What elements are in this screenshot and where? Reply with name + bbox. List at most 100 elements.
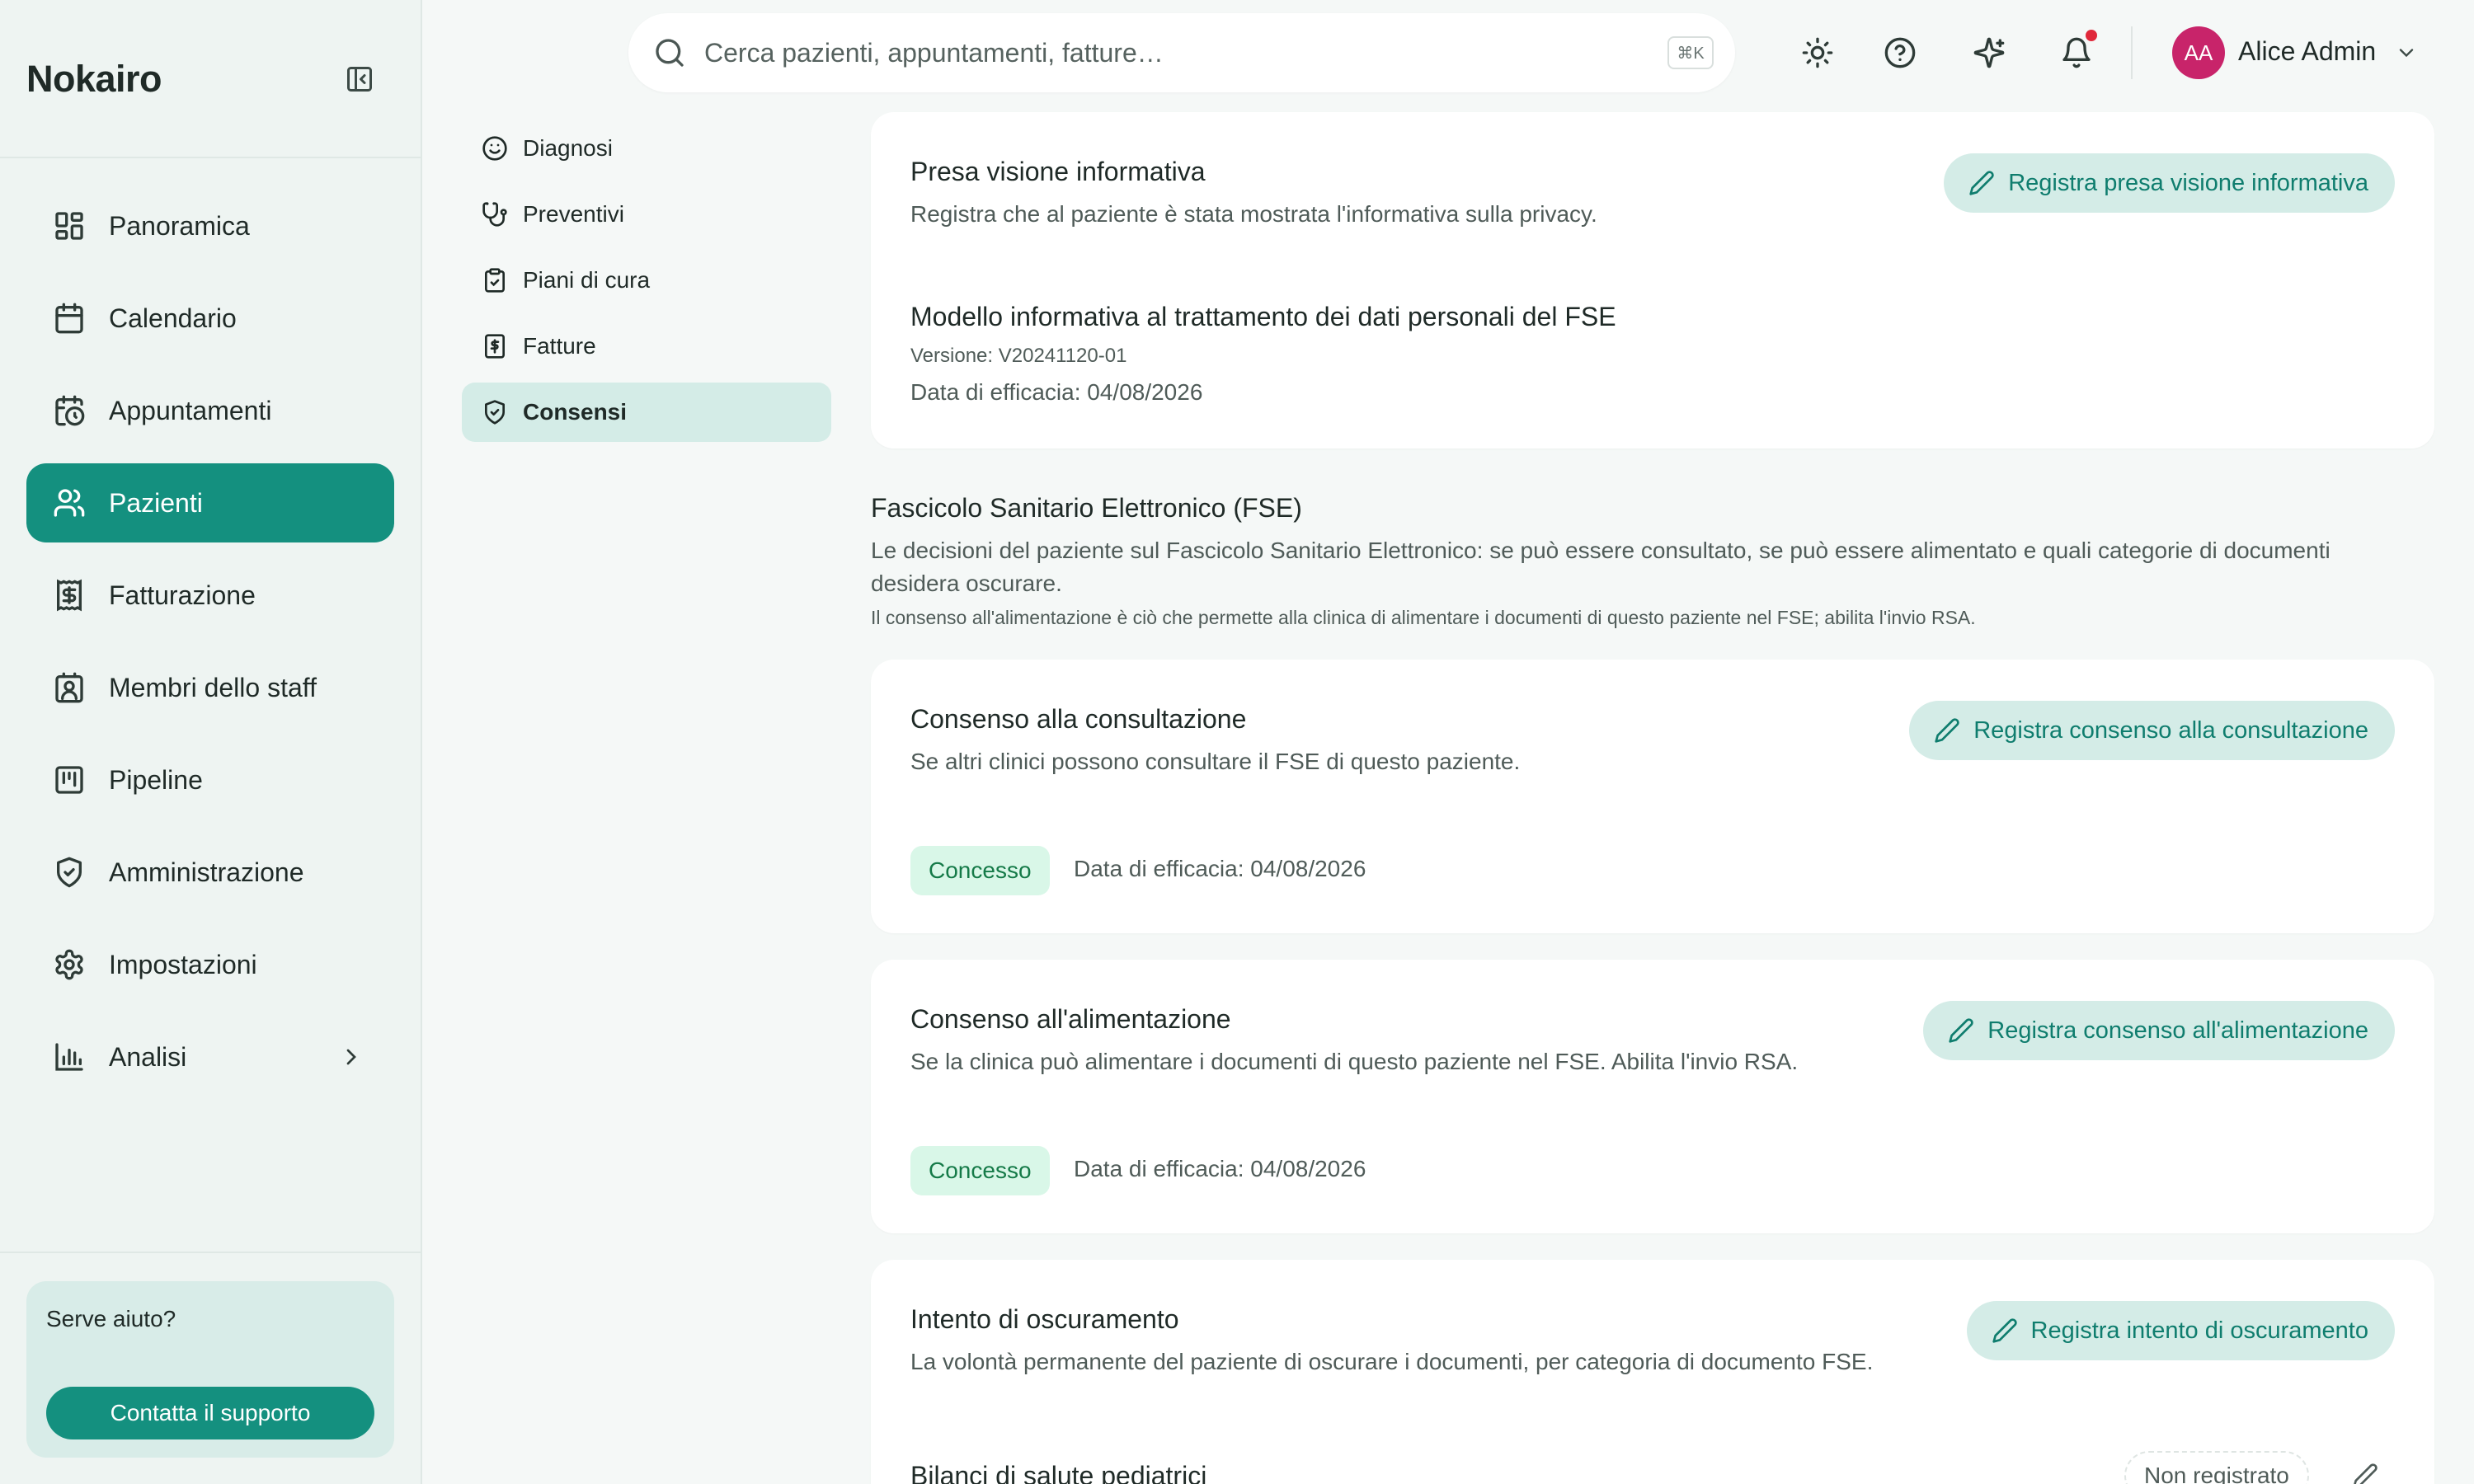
privacy-title: Presa visione informativa — [910, 157, 1206, 186]
avatar[interactable]: AA — [2172, 26, 2225, 79]
privacy-notice-card: Presa visione informativa Registra che a… — [871, 112, 2434, 448]
sidebar-item-amministrazione[interactable]: Amministrazione — [26, 833, 394, 912]
kanban-icon — [53, 763, 86, 796]
privacy-effective-date: Data di efficacia: 04/08/2026 — [910, 379, 1203, 405]
consultation-title: Consenso alla consultazione — [910, 704, 1247, 734]
sidebar-item-fatturazione[interactable]: Fatturazione — [26, 556, 394, 635]
smile-icon — [482, 135, 508, 162]
feeding-consent-card: Consenso all'alimentazione Se la clinica… — [871, 960, 2434, 1233]
button-label: Registra presa visione informativa — [2008, 169, 2368, 196]
subnav-item-label: Fatture — [523, 333, 596, 359]
calendar-icon — [53, 302, 86, 335]
sidebar-item-label: Pazienti — [109, 487, 203, 518]
subnav-item-fatture[interactable]: Fatture — [462, 317, 831, 376]
sidebar-collapse-icon[interactable] — [345, 64, 374, 94]
fse-section-title: Fascicolo Sanitario Elettronico (FSE) — [871, 493, 1302, 523]
sidebar-item-label: Fatturazione — [109, 580, 256, 610]
pencil-icon — [1968, 170, 1995, 196]
contact-support-button[interactable]: Contatta il supporto — [46, 1387, 374, 1439]
help-card: Serve aiuto? Contatta il supporto — [26, 1281, 394, 1458]
button-label: Registra intento di oscuramento — [2030, 1317, 2368, 1344]
sidebar-item-appuntamenti[interactable]: Appuntamenti — [26, 371, 394, 450]
bell-icon[interactable] — [2060, 36, 2093, 69]
theme-toggle-icon[interactable] — [1801, 36, 1834, 69]
record-feeding-consent-button[interactable]: Registra consenso all'alimentazione — [1923, 1001, 2395, 1060]
sidebar-item-membri-staff[interactable]: Membri dello staff — [26, 648, 394, 727]
notification-dot — [2086, 30, 2097, 41]
record-privacy-view-button[interactable]: Registra presa visione informativa — [1944, 153, 2395, 213]
obscuring-title: Intento di oscuramento — [910, 1304, 1179, 1334]
sidebar: Nokairo Panoramica Calendario Appuntamen… — [0, 0, 422, 1484]
status-badge: Concesso — [910, 1146, 1050, 1195]
users-icon — [53, 486, 86, 519]
dashboard-icon — [53, 209, 86, 242]
subnav-item-label: Preventivi — [523, 201, 624, 227]
search-bar[interactable]: ⌘K — [628, 13, 1735, 92]
fse-section-note: Il consenso all'alimentazione è ciò che … — [871, 607, 1976, 628]
sidebar-item-pipeline[interactable]: Pipeline — [26, 740, 394, 819]
pencil-icon — [1934, 717, 1960, 744]
sidebar-item-label: Panoramica — [109, 210, 250, 241]
gear-icon — [53, 948, 86, 981]
status-badge: Concesso — [910, 846, 1050, 895]
record-obscuring-intent-button[interactable]: Registra intento di oscuramento — [1966, 1301, 2395, 1360]
calendar-clock-icon — [53, 394, 86, 427]
privacy-model-title: Modello informativa al trattamento dei d… — [910, 302, 1616, 331]
sidebar-item-label: Appuntamenti — [109, 395, 272, 425]
pencil-icon[interactable] — [2352, 1463, 2378, 1484]
sidebar-footer: Serve aiuto? Contatta il supporto — [0, 1252, 421, 1484]
pencil-icon — [1992, 1317, 2018, 1344]
privacy-desc: Registra che al paziente è stata mostrat… — [910, 201, 1597, 227]
brand-row: Nokairo — [0, 0, 421, 158]
help-title: Serve aiuto? — [46, 1306, 176, 1331]
search-input[interactable] — [704, 37, 1667, 68]
search-icon — [653, 36, 686, 69]
consultation-desc: Se altri clinici possono consultare il F… — [910, 749, 1521, 774]
subnav-item-preventivi[interactable]: Preventivi — [462, 185, 831, 244]
stethoscope-icon — [482, 201, 508, 228]
record-consultation-consent-button[interactable]: Registra consenso alla consultazione — [1909, 701, 2395, 760]
obscuring-row-label: Bilanci di salute pediatrici — [910, 1461, 1207, 1484]
button-label: Registra consenso alla consultazione — [1973, 716, 2368, 744]
main-nav: Panoramica Calendario Appuntamenti Pazie… — [26, 186, 394, 1110]
privacy-version: Versione: V20241120-01 — [910, 345, 1127, 367]
feeding-effective-date: Data di efficacia: 04/08/2026 — [1074, 1156, 1366, 1181]
sidebar-item-panoramica[interactable]: Panoramica — [26, 186, 394, 265]
sidebar-item-label: Calendario — [109, 303, 237, 333]
subnav-item-diagnosi[interactable]: Diagnosi — [462, 119, 831, 178]
feeding-desc: Se la clinica può alimentare i documenti… — [910, 1049, 1799, 1074]
sidebar-item-label: Pipeline — [109, 764, 203, 795]
receipt-icon — [53, 579, 86, 612]
sidebar-item-label: Amministrazione — [109, 857, 304, 887]
sidebar-item-label: Impostazioni — [109, 949, 257, 979]
sidebar-item-calendario[interactable]: Calendario — [26, 279, 394, 358]
shield-check-icon — [482, 399, 508, 425]
shield-icon — [53, 856, 86, 889]
subnav-item-piani-cura[interactable]: Piani di cura — [462, 251, 831, 310]
sparkles-icon[interactable] — [1973, 36, 2006, 69]
id-badge-icon — [53, 671, 86, 704]
subnav-item-consensi[interactable]: Consensi — [462, 383, 831, 442]
sidebar-item-label: Membri dello staff — [109, 672, 317, 702]
sidebar-item-analisi[interactable]: Analisi — [26, 1017, 394, 1097]
search-shortcut: ⌘K — [1667, 36, 1714, 69]
clipboard-icon — [482, 267, 508, 294]
brand-logo: Nokairo — [26, 58, 162, 100]
bar-chart-icon — [53, 1040, 86, 1073]
button-label: Registra consenso all'alimentazione — [1987, 1017, 2368, 1044]
subnav-item-label: Piani di cura — [523, 267, 651, 293]
help-icon[interactable] — [1884, 36, 1917, 69]
user-name[interactable]: Alice Admin — [2238, 36, 2376, 67]
chevron-down-icon[interactable] — [2395, 41, 2418, 64]
subnav-item-label: Diagnosi — [523, 135, 613, 161]
patient-subnav: Diagnosi Preventivi Piani di cura Fattur… — [462, 119, 831, 448]
consultation-effective-date: Data di efficacia: 04/08/2026 — [1074, 856, 1366, 881]
subnav-item-label: Consensi — [523, 399, 628, 425]
sidebar-item-impostazioni[interactable]: Impostazioni — [26, 925, 394, 1004]
feeding-title: Consenso all'alimentazione — [910, 1004, 1231, 1034]
obscuring-intent-card: Intento di oscuramento La volontà perman… — [871, 1260, 2434, 1484]
chevron-right-icon — [338, 1044, 365, 1070]
obscuring-desc: La volontà permanente del paziente di os… — [910, 1349, 1874, 1374]
sidebar-item-pazienti[interactable]: Pazienti — [26, 463, 394, 542]
consultation-consent-card: Consenso alla consultazione Se altri cli… — [871, 660, 2434, 933]
